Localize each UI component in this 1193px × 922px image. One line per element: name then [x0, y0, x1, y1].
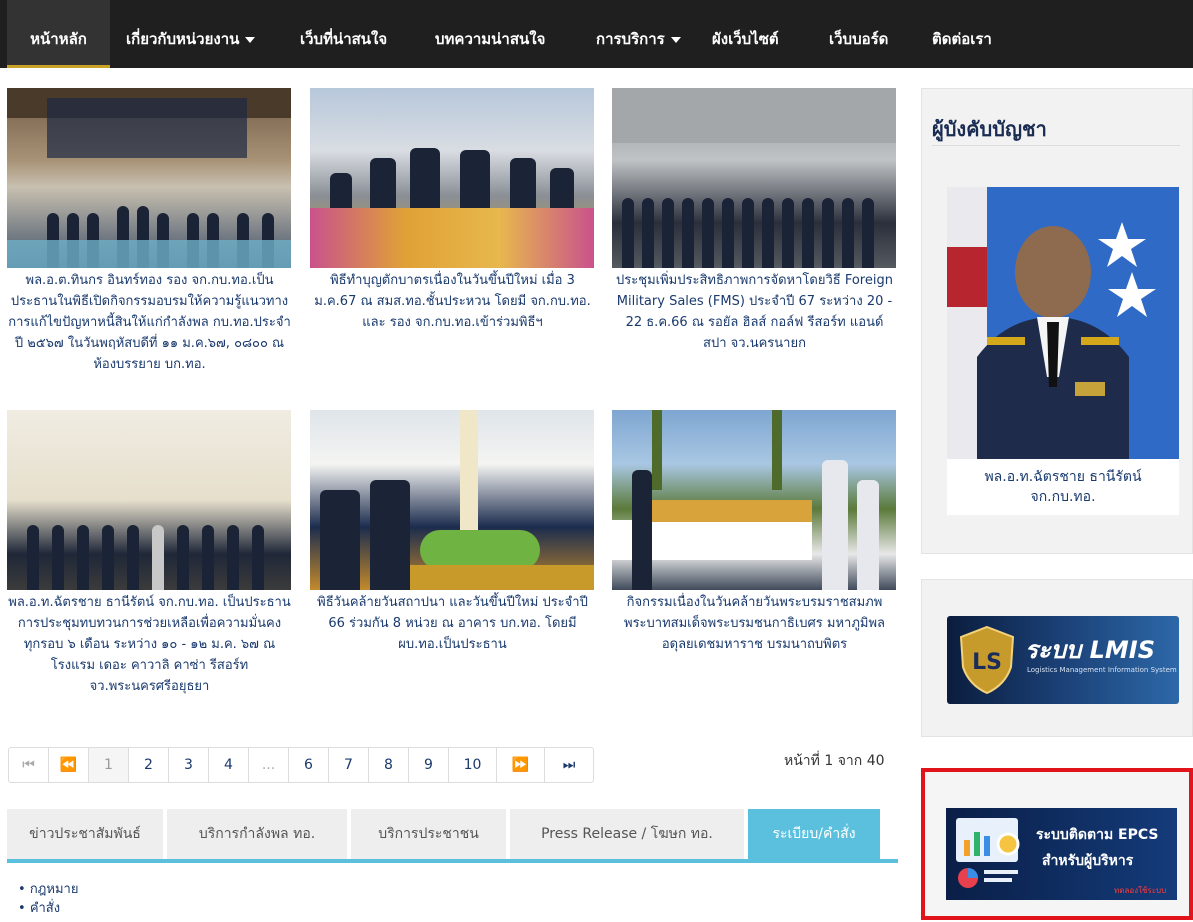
commander-name-line: พล.อ.ท.ฉัตรชาย ธานีรัตน์ [984, 469, 1142, 485]
page-link[interactable]: 9 [409, 748, 449, 782]
news-caption[interactable]: พล.อ.ท.ฉัตรชาย ธานีรัตน์ จก.กบ.ทอ. เป็นป… [7, 592, 292, 697]
news-caption[interactable]: กิจกรรมเนื่องในวันคล้ายวันพระบรมราชสมภพ … [612, 592, 897, 655]
news-item[interactable]: พล.อ.ท.ฉัตรชาย ธานีรัตน์ จก.กบ.ทอ. เป็นป… [7, 410, 292, 697]
prev-page-icon[interactable]: ⏪ [49, 748, 89, 782]
epcs-banner[interactable]: ระบบติดตาม EPCS สำหรับผู้บริหาร ทดลองใช้… [946, 808, 1177, 900]
commander-rank-line: จก.กบ.ทอ. [1030, 489, 1096, 505]
shield-icon: LS [959, 625, 1015, 695]
page-link[interactable]: 2 [129, 748, 169, 782]
chevron-down-icon [245, 36, 256, 43]
tab-pr[interactable]: ข่าวประชาสัมพันธ์ [7, 809, 163, 859]
lmis-panel: LS ระบบ LMIS Logistics Management Inform… [921, 579, 1193, 737]
regulation-list: กฎหมาย คำสั่ง [18, 880, 79, 918]
commander-panel: ผู้บังคับบัญชา พล.อ.ท.ฉัตรชาย ธานีรัตน์ … [921, 88, 1193, 554]
list-item[interactable]: คำสั่ง [18, 899, 78, 918]
epcs-subtitle: สำหรับผู้บริหาร [1042, 853, 1134, 869]
top-navbar: หน้าหลัก เกี่ยวกับหน่วยงาน เว็บที่น่าสนใ… [0, 0, 1193, 68]
next-page-icon[interactable]: ⏩ [497, 748, 545, 782]
news-item[interactable]: พิธีวันคล้ายวันสถาปนา และวันขึ้นปีใหม่ ป… [310, 410, 595, 655]
tab-public[interactable]: บริการประชาชน [351, 809, 506, 859]
tab-regulations[interactable]: ระเบียบ/คำสั่ง [748, 809, 880, 859]
lmis-banner[interactable]: LS ระบบ LMIS Logistics Management Inform… [947, 616, 1179, 704]
tab-personnel[interactable]: บริการกำลังพล ทอ. [167, 809, 347, 859]
lmis-title: ระบบ LMIS [1025, 636, 1155, 664]
chevron-down-icon [670, 36, 681, 43]
page-link[interactable]: 3 [169, 748, 209, 782]
last-page-icon[interactable]: ⏭ [545, 748, 593, 782]
news-item[interactable]: พิธีทำบุญตักบาตรเนื่องในวันขึ้นปีใหม่ เม… [310, 88, 595, 333]
page-link[interactable]: 1 [89, 748, 129, 782]
news-tabs: ข่าวประชาสัมพันธ์ บริการกำลังพล ทอ. บริก… [7, 809, 898, 863]
epcs-title: ระบบติดตาม EPCS [1036, 827, 1159, 843]
page-link[interactable]: 7 [329, 748, 369, 782]
news-caption[interactable]: พิธีทำบุญตักบาตรเนื่องในวันขึ้นปีใหม่ เม… [310, 270, 595, 333]
nav-services-label: การบริการ [596, 30, 665, 48]
news-item[interactable]: ประชุมเพิ่มประสิทธิภาพการจัดหาโดยวิธี Fo… [612, 88, 897, 354]
lmis-subtitle: Logistics Management Information System [1027, 666, 1177, 674]
pagination: ⏮ ⏪ 1 2 3 4 ... 6 7 8 9 10 ⏩ ⏭ [8, 747, 594, 783]
nav-contact[interactable]: ติดต่อเรา [932, 0, 992, 68]
news-photo[interactable] [7, 410, 291, 590]
commander-photo [947, 187, 1179, 459]
news-caption[interactable]: ประชุมเพิ่มประสิทธิภาพการจัดหาโดยวิธี Fo… [612, 270, 897, 354]
news-item[interactable]: กิจกรรมเนื่องในวันคล้ายวันพระบรมราชสมภพ … [612, 410, 897, 655]
page-link[interactable]: 10 [449, 748, 497, 782]
epcs-try-link[interactable]: ทดลองใช้ระบบ [1114, 884, 1166, 897]
nav-about[interactable]: เกี่ยวกับหน่วยงาน [126, 0, 256, 68]
nav-services[interactable]: การบริการ [596, 0, 681, 68]
nav-webboard[interactable]: เว็บบอร์ด [829, 0, 888, 68]
first-page-icon[interactable]: ⏮ [9, 748, 49, 782]
news-photo[interactable] [310, 410, 594, 590]
commander-card[interactable]: พล.อ.ท.ฉัตรชาย ธานีรัตน์ จก.กบ.ทอ. [947, 187, 1179, 515]
page-info: หน้าที่ 1 จาก 40 [784, 753, 885, 769]
commander-name[interactable]: พล.อ.ท.ฉัตรชาย ธานีรัตน์ จก.กบ.ทอ. [947, 467, 1179, 507]
news-photo[interactable] [310, 88, 594, 268]
news-photo[interactable] [612, 88, 896, 268]
news-photo[interactable] [7, 88, 291, 268]
news-caption[interactable]: พิธีวันคล้ายวันสถาปนา และวันขึ้นปีใหม่ ป… [310, 592, 595, 655]
page-link[interactable]: 8 [369, 748, 409, 782]
nav-sitemap[interactable]: ผังเว็บไซต์ [712, 0, 779, 68]
panel-title: ผู้บังคับบัญชา [932, 117, 1047, 141]
news-photo[interactable] [612, 410, 896, 590]
svg-text:LS: LS [972, 650, 1002, 675]
nav-home[interactable]: หน้าหลัก [7, 0, 110, 68]
news-item[interactable]: พล.อ.ต.ทินกร อินทร์ทอง รอง จก.กบ.ทอ.เป็น… [7, 88, 292, 375]
page-link[interactable]: 6 [289, 748, 329, 782]
list-item[interactable]: กฎหมาย [18, 880, 79, 899]
nav-websites[interactable]: เว็บที่น่าสนใจ [300, 0, 387, 68]
epcs-highlight: ระบบติดตาม EPCS สำหรับผู้บริหาร ทดลองใช้… [921, 768, 1193, 920]
nav-about-label: เกี่ยวกับหน่วยงาน [126, 30, 240, 48]
news-caption[interactable]: พล.อ.ต.ทินกร อินทร์ทอง รอง จก.กบ.ทอ.เป็น… [7, 270, 292, 375]
divider [932, 145, 1180, 146]
page-ellipsis: ... [249, 748, 289, 782]
page-link[interactable]: 4 [209, 748, 249, 782]
tab-press[interactable]: Press Release / โฆษก ทอ. [510, 809, 744, 859]
dashboard-icon [956, 818, 1020, 888]
nav-articles[interactable]: บทความน่าสนใจ [435, 0, 545, 68]
